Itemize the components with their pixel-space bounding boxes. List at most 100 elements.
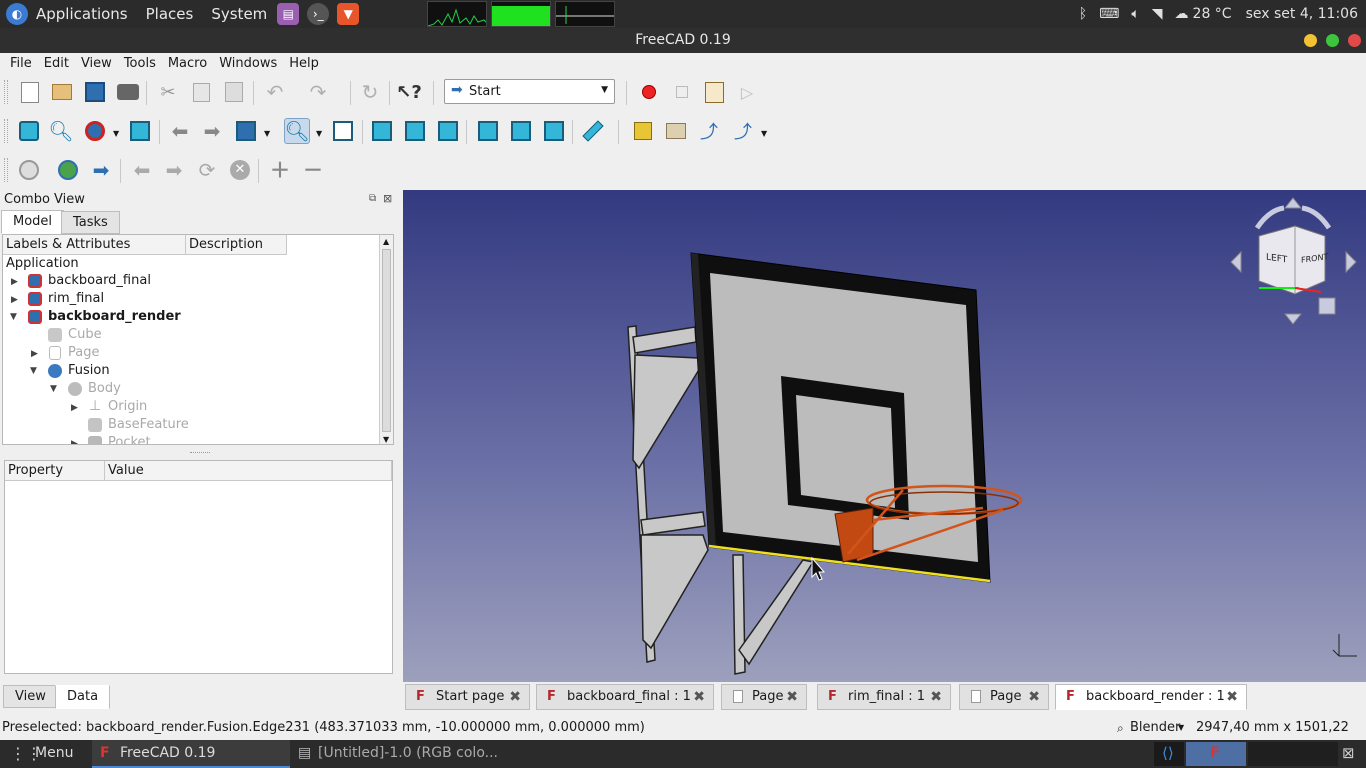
tree-row-rim-final[interactable]: rim_final: [48, 290, 104, 308]
tab-view[interactable]: View: [3, 685, 58, 708]
menu-windows[interactable]: Windows: [213, 56, 283, 71]
column-header-labels[interactable]: Labels & Attributes: [3, 235, 186, 255]
expand-arrow-icon[interactable]: ▶: [11, 277, 18, 287]
record-macro-button[interactable]: [636, 79, 662, 105]
3d-viewport[interactable]: LEFT FRONT: [403, 190, 1366, 682]
close-panel-icon[interactable]: ⊠: [383, 192, 392, 205]
places-menu[interactable]: Places: [146, 5, 194, 23]
web-back-button[interactable]: ⬅: [129, 157, 155, 183]
scroll-up-icon[interactable]: ▲: [383, 237, 389, 246]
copy-button[interactable]: [188, 79, 214, 105]
close-tab-icon[interactable]: ✖: [1226, 685, 1238, 709]
tree-row-backboard-final[interactable]: backboard_final: [48, 272, 151, 290]
forward-view-button[interactable]: ➡: [199, 118, 225, 144]
close-tab-icon[interactable]: ✖: [1028, 685, 1040, 709]
refresh-button[interactable]: ↻: [357, 79, 383, 105]
create-part-button[interactable]: [630, 118, 656, 144]
menu-edit[interactable]: Edit: [38, 56, 75, 71]
link-actions-dropdown-icon[interactable]: ▼: [761, 129, 767, 138]
fit-all-button[interactable]: [16, 118, 42, 144]
stop-macro-button[interactable]: [669, 79, 695, 105]
float-panel-icon[interactable]: ⧉: [369, 193, 376, 204]
undo-button[interactable]: ↶: [262, 79, 288, 105]
redo-button[interactable]: ↷: [305, 79, 331, 105]
navigation-cube[interactable]: LEFT FRONT: [1229, 196, 1359, 326]
tab-backboard-final[interactable]: F backboard_final : 1 ✖: [536, 684, 714, 710]
collapse-arrow-icon[interactable]: ▼: [30, 366, 37, 376]
terminal-launcher-icon[interactable]: ›_: [307, 3, 330, 25]
column-header-value[interactable]: Value: [105, 461, 392, 481]
fit-selection-button[interactable]: 🔍︎: [48, 118, 74, 144]
draw-style-dropdown-icon[interactable]: ▼: [113, 129, 119, 138]
measure-distance-button[interactable]: [580, 118, 606, 144]
save-button[interactable]: [82, 79, 108, 105]
splitter-handle[interactable]: [190, 452, 210, 455]
web-zoom-out-button[interactable]: －: [300, 157, 326, 183]
tab-backboard-render[interactable]: F backboard_render : 1 ✖: [1055, 684, 1247, 710]
collapse-arrow-icon[interactable]: ▼: [50, 384, 57, 394]
tab-data[interactable]: Data: [55, 685, 111, 709]
create-group-button[interactable]: [663, 118, 689, 144]
tree-scrollbar[interactable]: ▲ ▼: [379, 235, 393, 444]
front-view-button[interactable]: [369, 118, 395, 144]
workspace-2[interactable]: F: [1186, 742, 1246, 766]
back-view-button[interactable]: ⬅: [167, 118, 193, 144]
maximize-button[interactable]: [1326, 34, 1339, 47]
tree-row-cube[interactable]: Cube: [68, 326, 102, 344]
distro-logo-icon[interactable]: ◐: [6, 3, 28, 25]
tree-row-origin[interactable]: Origin: [108, 398, 147, 416]
system-menu[interactable]: System: [211, 5, 267, 23]
bottom-view-button[interactable]: [508, 118, 534, 144]
taskbar-item-freecad[interactable]: F FreeCAD 0.19: [92, 740, 290, 768]
zoom-dropdown-icon[interactable]: ▼: [316, 129, 322, 138]
minimize-button[interactable]: [1304, 34, 1317, 47]
workspace-3[interactable]: [1248, 742, 1338, 766]
show-desktop-icon[interactable]: ⊠: [1342, 744, 1355, 762]
scroll-down-icon[interactable]: ▼: [383, 435, 389, 444]
tree-row-fusion[interactable]: Fusion: [68, 362, 110, 380]
tab-model[interactable]: Model: [1, 210, 65, 234]
tree-row-application[interactable]: Application: [6, 255, 79, 273]
tree-row-backboard-render[interactable]: backboard_render: [48, 308, 181, 326]
expand-arrow-icon[interactable]: ▶: [71, 439, 78, 444]
taskbar-item-gimp[interactable]: ▤ [Untitled]-1.0 (RGB colo...: [290, 740, 510, 768]
applications-menu[interactable]: Applications: [36, 5, 128, 23]
bluetooth-icon[interactable]: ᛒ: [1079, 6, 1087, 22]
whats-this-button[interactable]: ↖?: [396, 79, 422, 105]
tab-start-page[interactable]: F Start page ✖: [405, 684, 530, 710]
wifi-icon[interactable]: ◥: [1152, 6, 1163, 22]
cut-button[interactable]: ✂: [155, 79, 181, 105]
expand-arrow-icon[interactable]: ▶: [31, 349, 38, 359]
open-website-button[interactable]: [55, 157, 81, 183]
close-tab-icon[interactable]: ✖: [693, 685, 705, 709]
notes-launcher-icon[interactable]: ▤: [277, 3, 300, 25]
web-refresh-button[interactable]: ⟳: [194, 157, 220, 183]
menu-view[interactable]: View: [75, 56, 118, 71]
menu-help[interactable]: Help: [283, 56, 325, 71]
link-actions-button[interactable]: ⤴: [730, 118, 756, 144]
close-tab-icon[interactable]: ✖: [930, 685, 942, 709]
navigation-style-selector[interactable]: Blender: [1130, 716, 1180, 740]
menu-file[interactable]: File: [4, 56, 38, 71]
std-views-dropdown-icon[interactable]: ▼: [264, 129, 270, 138]
rear-view-button[interactable]: [475, 118, 501, 144]
web-home-button[interactable]: [16, 157, 42, 183]
close-window-button[interactable]: [1348, 34, 1361, 47]
menu-tools[interactable]: Tools: [118, 56, 162, 71]
new-document-button[interactable]: [17, 79, 43, 105]
std-views-button[interactable]: [233, 118, 259, 144]
print-button[interactable]: [115, 79, 141, 105]
tree-row-page[interactable]: Page: [68, 344, 99, 362]
draw-style-button[interactable]: [82, 118, 108, 144]
keyboard-icon[interactable]: ⌨: [1099, 6, 1119, 22]
close-tab-icon[interactable]: ✖: [786, 685, 798, 709]
start-menu-button[interactable]: Menu: [35, 745, 73, 761]
weather-temp[interactable]: 28 °C: [1193, 6, 1232, 22]
right-view-button[interactable]: [435, 118, 461, 144]
brave-browser-icon[interactable]: ▼: [337, 3, 360, 25]
tab-page-1[interactable]: Page ✖: [721, 684, 807, 710]
web-stop-button[interactable]: ✕: [227, 157, 253, 183]
workspace-1[interactable]: ⟨⟩: [1154, 742, 1184, 766]
macros-button[interactable]: [701, 79, 727, 105]
left-view-button[interactable]: [541, 118, 567, 144]
